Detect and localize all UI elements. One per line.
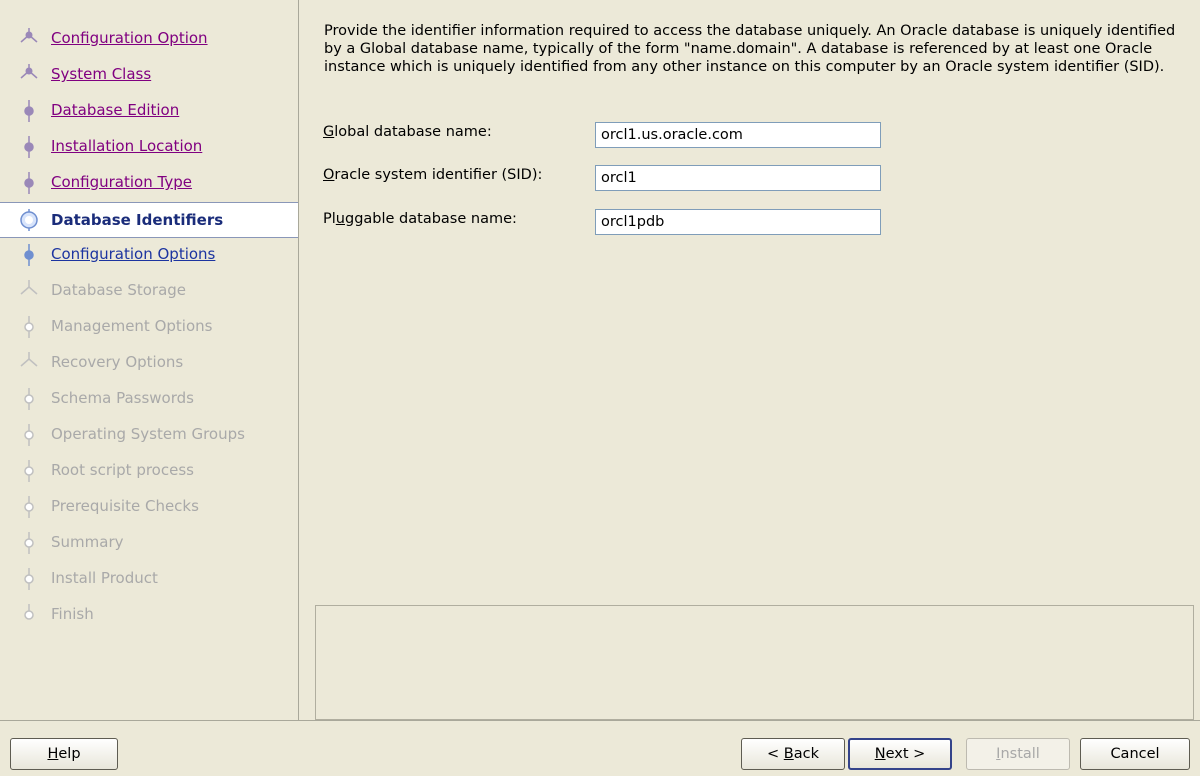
step-label: Finish xyxy=(51,605,94,623)
step-database-edition[interactable]: Database Edition xyxy=(0,94,298,128)
install-button[interactable]: Install xyxy=(966,738,1070,770)
dot-icon xyxy=(18,136,40,158)
step-label: Operating System Groups xyxy=(51,425,245,443)
step-label: Configuration Type xyxy=(51,173,192,191)
step-finish: Finish xyxy=(0,598,298,632)
description-text: Provide the identifier information requi… xyxy=(324,23,1176,75)
step-label: Summary xyxy=(51,533,124,551)
fork-icon xyxy=(18,28,40,50)
pdb-name-input[interactable] xyxy=(595,209,881,235)
step-label: Configuration Option xyxy=(51,29,208,47)
dot-icon xyxy=(18,316,40,338)
main-panel: Provide the identifier information requi… xyxy=(299,0,1200,720)
dot-icon xyxy=(18,568,40,590)
step-management-options: Management Options xyxy=(0,310,298,344)
step-recovery-options: Recovery Options xyxy=(0,346,298,380)
dot-icon xyxy=(18,496,40,518)
message-area xyxy=(315,605,1194,720)
fork-icon xyxy=(18,64,40,86)
step-label: Management Options xyxy=(51,317,213,335)
global-db-name-label: Global database name: xyxy=(323,124,492,140)
step-label: Database Edition xyxy=(51,101,180,119)
step-operating-system-groups: Operating System Groups xyxy=(0,418,298,452)
step-label: System Class xyxy=(51,65,152,83)
step-install-product: Install Product xyxy=(0,562,298,596)
next-button[interactable]: Next > xyxy=(848,738,952,770)
step-root-script-process: Root script process xyxy=(0,454,298,488)
step-schema-passwords: Schema Passwords xyxy=(0,382,298,416)
end-icon xyxy=(18,604,40,626)
dot-icon xyxy=(18,100,40,122)
step-installation-location[interactable]: Installation Location xyxy=(0,130,298,164)
step-label: Install Product xyxy=(51,569,158,587)
step-configuration-type[interactable]: Configuration Type xyxy=(0,166,298,200)
dot-icon xyxy=(18,424,40,446)
step-database-identifiers: Database Identifiers xyxy=(0,202,298,238)
back-button[interactable]: < Back xyxy=(741,738,845,770)
step-label: Prerequisite Checks xyxy=(51,497,199,515)
sid-label: Oracle system identifier (SID): xyxy=(323,167,543,183)
dot-icon xyxy=(18,532,40,554)
step-label: Configuration Options xyxy=(51,245,216,263)
step-label: Database Storage xyxy=(51,281,187,299)
divider xyxy=(0,720,1200,721)
step-database-storage: Database Storage xyxy=(0,274,298,308)
step-label: Schema Passwords xyxy=(51,389,194,407)
dot-icon xyxy=(18,172,40,194)
step-label: Recovery Options xyxy=(51,353,184,371)
fork-icon xyxy=(18,352,40,374)
step-configuration-option[interactable]: Configuration Option xyxy=(0,22,298,56)
dot-icon xyxy=(18,244,40,266)
step-configuration-options[interactable]: Configuration Options xyxy=(0,238,298,272)
step-prerequisite-checks: Prerequisite Checks xyxy=(0,490,298,524)
step-label: Installation Location xyxy=(51,137,203,155)
step-label: Database Identifiers xyxy=(51,211,224,229)
fork-icon xyxy=(18,280,40,302)
current-step-icon xyxy=(18,209,40,231)
steps-sidebar: Configuration Option System Class Database… xyxy=(0,0,299,721)
step-system-class[interactable]: System Class xyxy=(0,58,298,92)
cancel-button[interactable]: Cancel xyxy=(1080,738,1190,770)
dot-icon xyxy=(18,460,40,482)
step-summary: Summary xyxy=(0,526,298,560)
pdb-name-label: Pluggable database name: xyxy=(323,211,517,227)
global-db-name-input[interactable] xyxy=(595,122,881,148)
dot-icon xyxy=(18,388,40,410)
help-button[interactable]: Help xyxy=(10,738,118,770)
sid-input[interactable] xyxy=(595,165,881,191)
step-label: Root script process xyxy=(51,461,194,479)
